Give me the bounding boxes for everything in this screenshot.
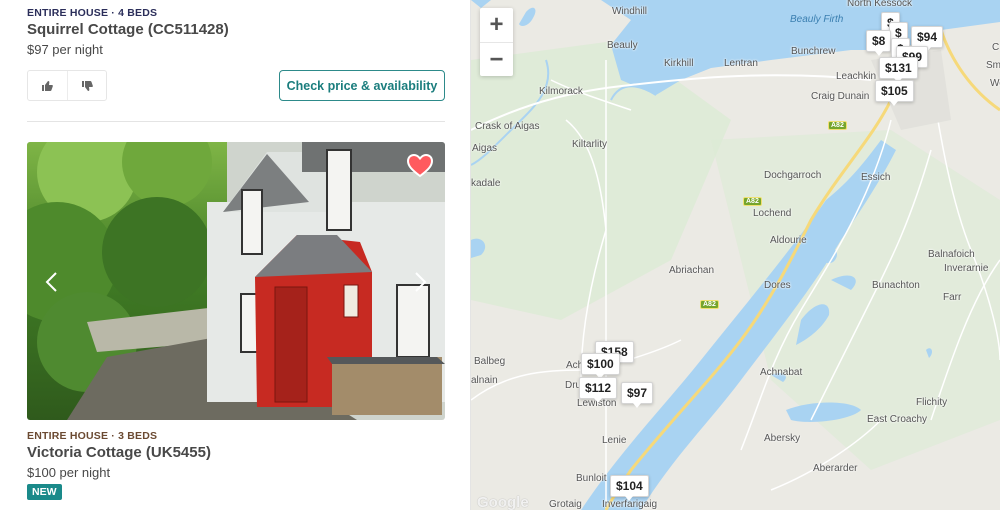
place-label: Achnabat <box>760 367 803 378</box>
place-label: Lochend <box>753 208 792 219</box>
place-label: Leachkin <box>836 71 877 82</box>
divider <box>27 121 445 122</box>
road-shield: A82 <box>700 300 719 309</box>
place-label: Aberarder <box>813 463 858 474</box>
listing-card: ENTIRE HOUSE · 3 BEDS Victoria Cottage (… <box>27 430 445 500</box>
thumbs-down-button[interactable] <box>66 71 107 100</box>
road-shield: A82 <box>828 121 847 130</box>
place-label: Essich <box>861 172 891 183</box>
chevron-left-icon <box>45 272 57 292</box>
check-price-button[interactable]: Check price & availability <box>279 70 445 101</box>
place-label: Smi <box>986 60 1000 71</box>
price-pin[interactable]: $131 <box>879 57 918 83</box>
listing-type: ENTIRE HOUSE · 4 BEDS <box>27 7 158 19</box>
thumbs-up-button[interactable] <box>28 71 67 100</box>
place-label: Aldourie <box>770 235 807 246</box>
page: ENTIRE HOUSE · 4 BEDS Squirrel Cottage (… <box>0 0 1000 510</box>
zoom-controls: + − <box>480 8 513 76</box>
place-label: Abriachan <box>669 265 715 276</box>
place-label: Craig Dunain <box>811 91 870 102</box>
place-label: Kiltarlity <box>572 139 608 150</box>
place-label: Lenie <box>602 435 627 446</box>
price-pin[interactable]: $8 <box>866 30 892 56</box>
place-label: Crask of Aigas <box>475 121 540 132</box>
place-label: Abersky <box>764 433 801 444</box>
place-label: Aigas <box>472 143 498 154</box>
price-pin[interactable]: $112 <box>579 377 618 403</box>
place-label: Dores <box>764 280 791 291</box>
place-label: Bunchrew <box>791 46 836 57</box>
place-label: Beauly <box>607 40 638 51</box>
place-label: Grotaig <box>549 499 582 510</box>
map[interactable]: + − Beauly Firth A82 A82 A82 Windhill No… <box>471 0 1000 510</box>
new-badge: NEW <box>27 484 62 500</box>
place-label: Balbeg <box>474 356 506 367</box>
feedback-buttons <box>27 70 107 101</box>
listing-panel[interactable]: ENTIRE HOUSE · 4 BEDS Squirrel Cottage (… <box>0 0 471 510</box>
place-label: East Croachy <box>867 414 928 425</box>
map-canvas <box>471 0 1000 510</box>
place-label: Kirkhill <box>664 58 694 69</box>
favorite-heart-icon[interactable] <box>407 154 433 178</box>
photo-prev-button[interactable] <box>39 268 63 296</box>
listing-title[interactable]: Victoria Cottage (UK5455) <box>27 444 445 461</box>
place-label: We <box>990 78 1000 89</box>
place-label: Kilmorack <box>539 86 583 97</box>
price-pin[interactable]: $100 <box>581 353 620 379</box>
place-label: alnain <box>471 375 498 386</box>
zoom-in-button[interactable]: + <box>480 8 513 42</box>
listing-title[interactable]: Squirrel Cottage (CC511428) <box>27 21 445 38</box>
price-pin[interactable]: $104 <box>610 475 649 501</box>
place-label: kadale <box>471 178 501 189</box>
place-label: Lentran <box>724 58 758 69</box>
thumbs-down-icon <box>81 80 93 91</box>
road-shield: A82 <box>743 197 762 206</box>
photo-next-button[interactable] <box>409 268 433 296</box>
listing-type: ENTIRE HOUSE · 3 BEDS <box>27 430 158 442</box>
zoom-out-button[interactable]: − <box>480 42 513 76</box>
price-pin[interactable]: $94 <box>911 26 944 52</box>
cottage-photo <box>27 142 445 420</box>
place-label: Balnafoich <box>928 249 975 260</box>
place-label: Bunachton <box>872 280 920 291</box>
place-label: Farr <box>943 292 962 303</box>
place-label: Inverarnie <box>944 263 989 274</box>
chevron-right-icon <box>415 272 427 292</box>
price-pin[interactable]: $105 <box>875 80 914 106</box>
place-label: C <box>992 42 1000 53</box>
listing-price: $100 per night <box>27 465 111 480</box>
listing-photo[interactable] <box>27 142 445 420</box>
water-label: Beauly Firth <box>790 14 844 25</box>
place-label: North Kessock <box>847 0 913 9</box>
listing-price: $97 per night <box>27 42 103 57</box>
place-label: Flichity <box>916 397 948 408</box>
thumbs-up-icon <box>42 80 54 91</box>
listing-card: ENTIRE HOUSE · 4 BEDS Squirrel Cottage (… <box>27 7 445 57</box>
place-label: Dochgarroch <box>764 170 822 181</box>
place-label: Bunloit <box>576 473 607 484</box>
google-logo: Google <box>477 494 529 510</box>
place-label: Windhill <box>612 6 648 17</box>
price-pin[interactable]: $97 <box>621 382 654 408</box>
